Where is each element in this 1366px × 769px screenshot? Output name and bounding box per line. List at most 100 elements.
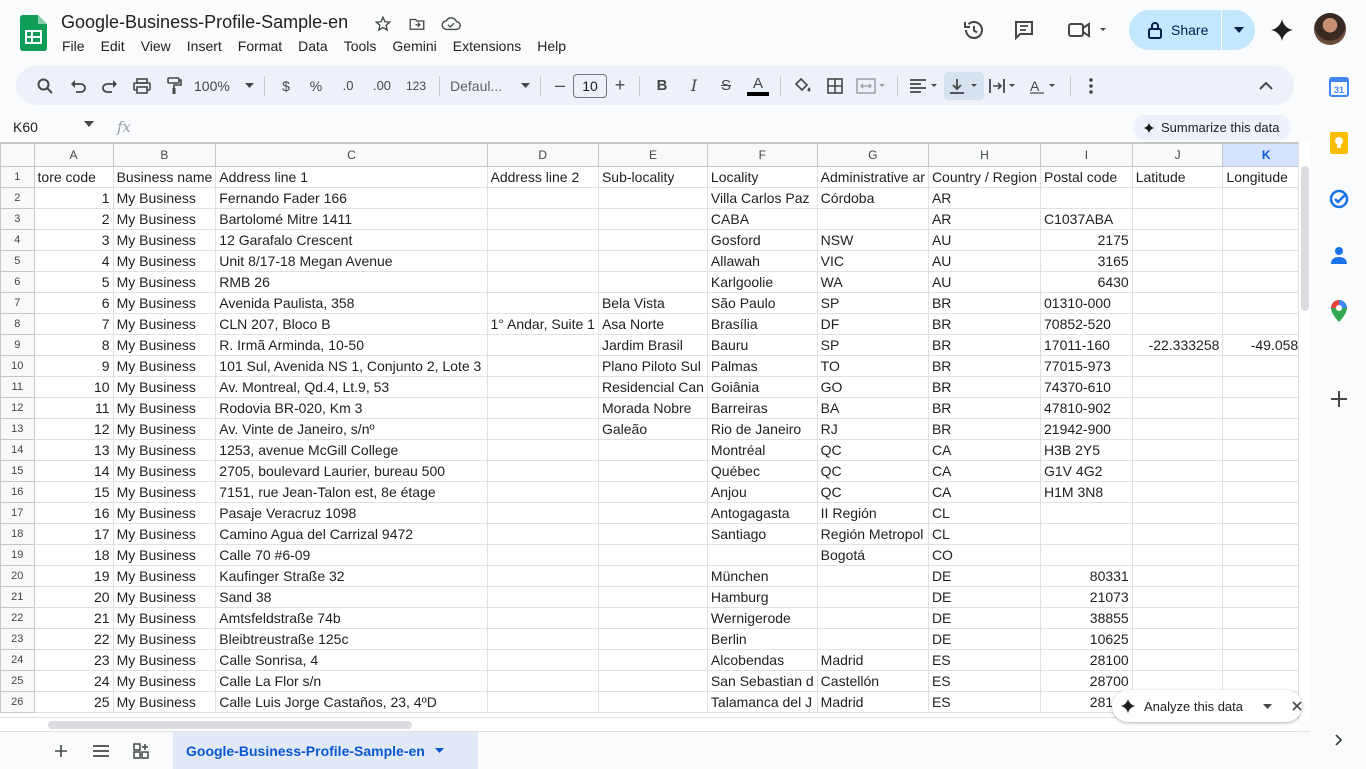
cell[interactable]: São Paulo bbox=[706, 292, 818, 314]
cell[interactable]: Postal code bbox=[1040, 166, 1133, 188]
cell[interactable] bbox=[1222, 628, 1310, 650]
cell[interactable] bbox=[1131, 523, 1224, 545]
cell[interactable]: 8 bbox=[33, 334, 114, 356]
cell[interactable]: 10625 bbox=[1040, 628, 1133, 650]
cell[interactable]: Montréal bbox=[706, 439, 818, 461]
row-header[interactable]: 18 bbox=[0, 523, 35, 545]
cell[interactable]: WA bbox=[816, 271, 929, 293]
format-percent-button[interactable]: % bbox=[301, 72, 331, 100]
cell[interactable]: R. Irmã Arminda, 10-50 bbox=[215, 334, 488, 356]
cell[interactable]: My Business bbox=[112, 607, 217, 629]
cell[interactable]: Calle La Flor s/n bbox=[215, 670, 488, 692]
cell[interactable]: My Business bbox=[112, 187, 217, 209]
merge-cells-icon[interactable] bbox=[851, 72, 891, 100]
cell[interactable] bbox=[597, 544, 708, 566]
cell[interactable]: CL bbox=[927, 523, 1042, 545]
cell[interactable]: 28700 bbox=[1040, 670, 1133, 692]
cell[interactable]: Sand 38 bbox=[215, 586, 488, 608]
cell[interactable]: Av. Montreal, Qd.4, Lt.9, 53 bbox=[215, 376, 488, 398]
row-header[interactable]: 13 bbox=[0, 418, 35, 440]
cell[interactable]: Córdoba bbox=[816, 187, 929, 209]
cell[interactable]: My Business bbox=[112, 355, 217, 377]
cell[interactable]: My Business bbox=[112, 544, 217, 566]
cell[interactable] bbox=[486, 397, 599, 419]
cell[interactable] bbox=[1222, 607, 1310, 629]
cell[interactable] bbox=[597, 481, 708, 503]
chevron-down-icon[interactable] bbox=[1263, 703, 1272, 709]
contacts-icon[interactable] bbox=[1328, 244, 1350, 266]
cell[interactable]: Business name bbox=[112, 166, 217, 188]
cell[interactable]: ES bbox=[927, 649, 1042, 671]
cell[interactable] bbox=[1040, 523, 1133, 545]
cell[interactable] bbox=[1222, 670, 1310, 692]
cell[interactable] bbox=[597, 691, 708, 713]
cell[interactable]: Sub-locality bbox=[597, 166, 708, 188]
cell[interactable]: 1 bbox=[33, 187, 114, 209]
cell[interactable]: Bauru bbox=[706, 334, 818, 356]
cell[interactable]: QC bbox=[816, 439, 929, 461]
cell[interactable] bbox=[1222, 376, 1310, 398]
horizontal-scroll-thumb[interactable] bbox=[48, 721, 412, 729]
menu-edit[interactable]: Edit bbox=[93, 36, 133, 56]
cell[interactable] bbox=[1131, 565, 1224, 587]
cell[interactable]: AR bbox=[927, 208, 1042, 230]
cell[interactable]: Address line 2 bbox=[486, 166, 599, 188]
cell[interactable]: QC bbox=[816, 460, 929, 482]
cell[interactable]: Rio de Janeiro bbox=[706, 418, 818, 440]
column-header-g[interactable]: G bbox=[816, 143, 929, 167]
cell[interactable]: Residencial Can bbox=[597, 376, 708, 398]
cell[interactable]: Av. Vinte de Janeiro, s/nº bbox=[215, 418, 488, 440]
cell[interactable]: 70852-520 bbox=[1040, 313, 1133, 335]
cell[interactable]: CABA bbox=[706, 208, 818, 230]
cell[interactable]: 38855 bbox=[1040, 607, 1133, 629]
vertical-scroll-thumb[interactable] bbox=[1301, 166, 1309, 311]
cell[interactable] bbox=[1222, 523, 1310, 545]
cell[interactable]: H1M 3N8 bbox=[1040, 481, 1133, 503]
cell[interactable]: 2705, boulevard Laurier, bureau 500 bbox=[215, 460, 488, 482]
cell[interactable]: My Business bbox=[112, 460, 217, 482]
cell[interactable]: My Business bbox=[112, 481, 217, 503]
cell[interactable]: H3B 2Y5 bbox=[1040, 439, 1133, 461]
cell[interactable] bbox=[1222, 586, 1310, 608]
cell[interactable]: QC bbox=[816, 481, 929, 503]
cell[interactable]: VIC bbox=[816, 250, 929, 272]
cell[interactable]: San Sebastian d bbox=[706, 670, 818, 692]
cell[interactable] bbox=[1131, 649, 1224, 671]
cell[interactable]: 74370-610 bbox=[1040, 376, 1133, 398]
font-size-input[interactable]: 10 bbox=[573, 73, 607, 98]
cell[interactable] bbox=[1131, 313, 1224, 335]
row-header[interactable]: 6 bbox=[0, 271, 35, 293]
select-all-corner[interactable] bbox=[0, 143, 35, 167]
row-header[interactable]: 8 bbox=[0, 313, 35, 335]
cell[interactable]: Jardim Brasil bbox=[597, 334, 708, 356]
cell[interactable] bbox=[597, 187, 708, 209]
cell[interactable] bbox=[1131, 418, 1224, 440]
cell[interactable]: -22.333258 bbox=[1131, 334, 1224, 356]
cell[interactable]: Madrid bbox=[816, 691, 929, 713]
cell[interactable]: 17 bbox=[33, 523, 114, 545]
cell[interactable]: 21942-900 bbox=[1040, 418, 1133, 440]
cell[interactable]: My Business bbox=[112, 691, 217, 713]
more-formats-button[interactable]: 123 bbox=[399, 72, 433, 100]
cell[interactable]: Administrative ar bbox=[816, 166, 929, 188]
cell[interactable]: BR bbox=[927, 292, 1042, 314]
cell[interactable]: C1037ABA bbox=[1040, 208, 1133, 230]
cell[interactable]: 2 bbox=[33, 208, 114, 230]
expand-panel-icon[interactable] bbox=[1328, 729, 1350, 751]
add-sheet-icon[interactable] bbox=[50, 740, 72, 762]
cell[interactable]: 23 bbox=[33, 649, 114, 671]
row-header[interactable]: 11 bbox=[0, 376, 35, 398]
cell[interactable]: Asa Norte bbox=[597, 313, 708, 335]
redo-icon[interactable] bbox=[94, 72, 126, 100]
cell[interactable]: Bogotá bbox=[816, 544, 929, 566]
row-header[interactable]: 21 bbox=[0, 586, 35, 608]
cell[interactable]: DE bbox=[927, 628, 1042, 650]
cell[interactable]: AR bbox=[927, 187, 1042, 209]
column-header-h[interactable]: H bbox=[927, 143, 1042, 167]
cell[interactable] bbox=[816, 208, 929, 230]
text-wrapping-icon[interactable] bbox=[984, 72, 1024, 100]
menu-gemini[interactable]: Gemini bbox=[384, 36, 444, 56]
cell[interactable]: Bleibtreustraße 125c bbox=[215, 628, 488, 650]
cell[interactable]: My Business bbox=[112, 649, 217, 671]
cell[interactable]: Goiânia bbox=[706, 376, 818, 398]
